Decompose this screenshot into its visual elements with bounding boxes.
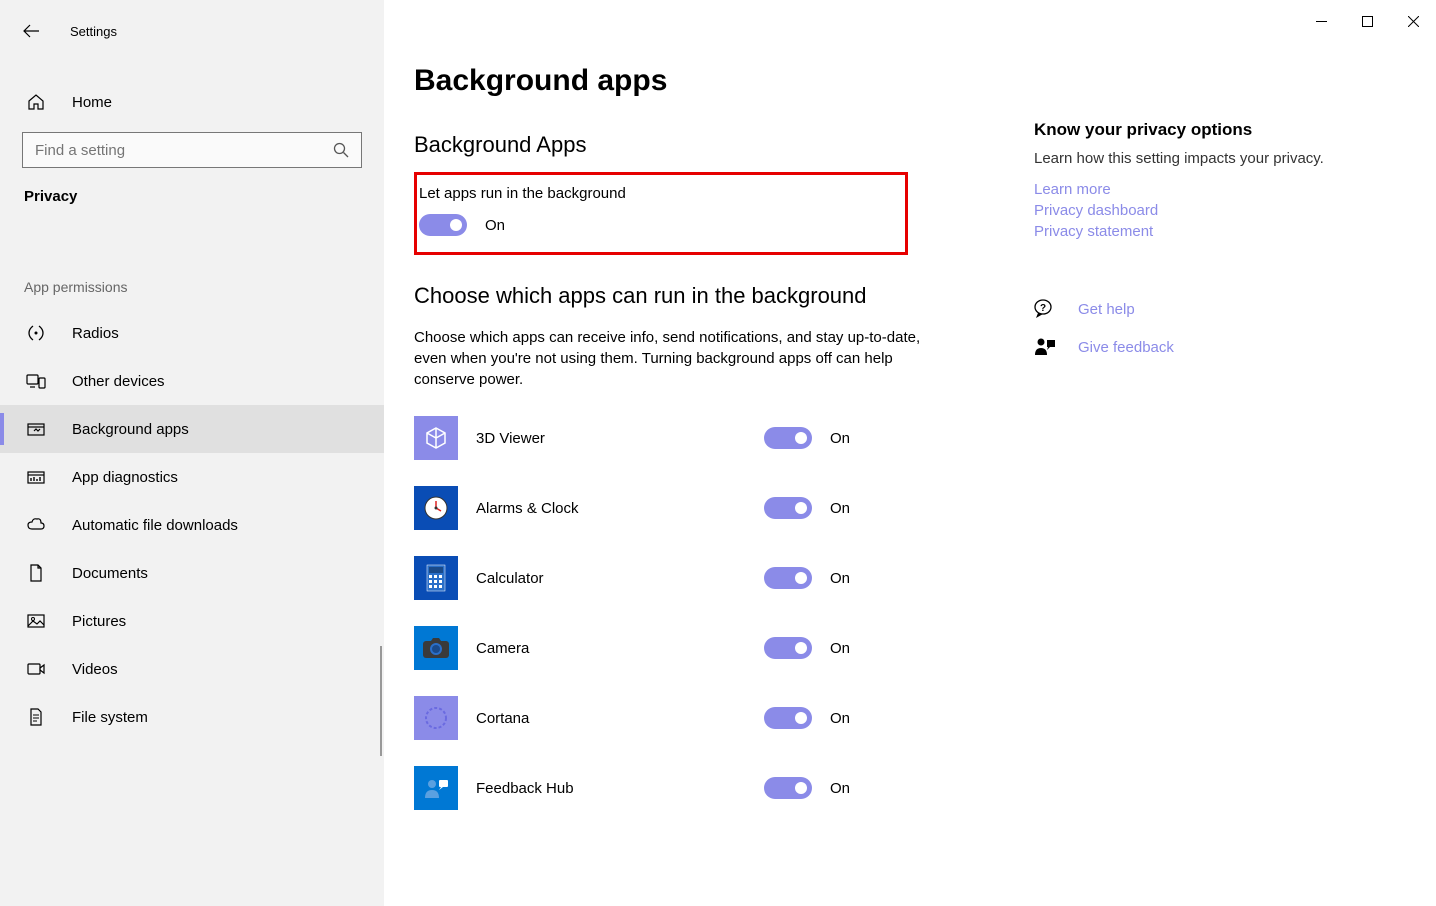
app-row: Feedback Hub On [414, 766, 1396, 810]
help-icon: ? [1034, 298, 1056, 320]
sidebar-item-pic[interactable]: Pictures [0, 597, 384, 645]
sidebar-item-doc[interactable]: Documents [0, 549, 384, 597]
app-toggle[interactable] [764, 427, 812, 449]
app-row: 3D Viewer On [414, 416, 1396, 460]
app-icon [414, 416, 458, 460]
app-toggle[interactable] [764, 777, 812, 799]
app-name: Cortana [476, 710, 764, 727]
app-name: Camera [476, 640, 764, 657]
master-toggle-state: On [485, 217, 505, 234]
app-row: Cortana On [414, 696, 1396, 740]
right-panel: Know your privacy options Learn how this… [1034, 120, 1334, 374]
sidebar: Settings Home Privacy App permissions Ra… [0, 0, 384, 906]
search-field[interactable] [35, 142, 333, 159]
app-icon [414, 766, 458, 810]
app-toggle[interactable] [764, 567, 812, 589]
app-name: Alarms & Clock [476, 500, 764, 517]
radios-icon [26, 323, 46, 343]
cloud-icon [26, 515, 46, 535]
app-name: Feedback Hub [476, 780, 764, 797]
app-toggle-state: On [830, 500, 850, 517]
file-icon [26, 707, 46, 727]
sidebar-item-label: Documents [72, 565, 148, 582]
sidebar-item-label: Videos [72, 661, 118, 678]
section-choose-apps-desc: Choose which apps can receive info, send… [414, 327, 954, 390]
sidebar-item-vid[interactable]: Videos [0, 645, 384, 693]
app-toggle[interactable] [764, 637, 812, 659]
app-toggle-state: On [830, 640, 850, 657]
app-toggle-state: On [830, 430, 850, 447]
home-icon [26, 92, 46, 112]
app-row: Camera On [414, 626, 1396, 670]
svg-text:?: ? [1040, 303, 1046, 314]
nav-list: Radios Other devices Background apps App di… [0, 309, 384, 741]
app-icon [414, 626, 458, 670]
search-icon [333, 142, 349, 158]
sidebar-item-file[interactable]: File system [0, 693, 384, 741]
pic-icon [26, 611, 46, 631]
scrollbar-thumb[interactable] [380, 646, 382, 756]
app-toggle-state: On [830, 570, 850, 587]
sidebar-item-label: Pictures [72, 613, 126, 630]
app-list: 3D Viewer On Alarms & Clock On Calculato… [414, 416, 1396, 810]
bgapps-icon [26, 419, 46, 439]
window-title: Settings [70, 24, 117, 39]
app-row: Alarms & Clock On [414, 486, 1396, 530]
sidebar-item-label: Background apps [72, 421, 189, 438]
sidebar-item-label: App diagnostics [72, 469, 178, 486]
diag-icon [26, 467, 46, 487]
privacy-options-title: Know your privacy options [1034, 120, 1334, 140]
app-icon [414, 486, 458, 530]
learn-more-link[interactable]: Learn more [1034, 181, 1334, 198]
highlight-annotation: Let apps run in the background On [414, 172, 908, 255]
sidebar-item-cloud[interactable]: Automatic file downloads [0, 501, 384, 549]
sidebar-item-label: File system [72, 709, 148, 726]
page-title: Background apps [414, 64, 1396, 98]
app-toggle[interactable] [764, 707, 812, 729]
privacy-statement-link[interactable]: Privacy statement [1034, 223, 1334, 240]
sidebar-item-radios[interactable]: Radios [0, 309, 384, 357]
sidebar-item-label: Other devices [72, 373, 165, 390]
feedback-icon [1034, 336, 1056, 358]
give-feedback-link[interactable]: Give feedback [1078, 339, 1174, 356]
privacy-options-desc: Learn how this setting impacts your priv… [1034, 150, 1334, 167]
app-name: Calculator [476, 570, 764, 587]
back-button[interactable] [22, 22, 40, 40]
sidebar-item-label: Automatic file downloads [72, 517, 238, 534]
sidebar-item-label: Radios [72, 325, 119, 342]
privacy-dashboard-link[interactable]: Privacy dashboard [1034, 202, 1334, 219]
app-name: 3D Viewer [476, 430, 764, 447]
app-toggle-state: On [830, 710, 850, 727]
home-nav[interactable]: Home [0, 80, 384, 124]
master-toggle-label: Let apps run in the background [419, 185, 899, 202]
sidebar-item-bgapps[interactable]: Background apps [0, 405, 384, 453]
doc-icon [26, 563, 46, 583]
devices-icon [26, 371, 46, 391]
app-icon [414, 696, 458, 740]
app-icon [414, 556, 458, 600]
content-area: Background apps Background Apps Let apps… [384, 0, 1436, 906]
get-help-link[interactable]: Get help [1078, 301, 1135, 318]
sidebar-item-devices[interactable]: Other devices [0, 357, 384, 405]
app-row: Calculator On [414, 556, 1396, 600]
group-title: App permissions [0, 215, 384, 309]
master-toggle[interactable] [419, 214, 467, 236]
search-input[interactable] [22, 132, 362, 168]
app-toggle-state: On [830, 780, 850, 797]
category-title: Privacy [0, 168, 384, 215]
sidebar-item-diag[interactable]: App diagnostics [0, 453, 384, 501]
vid-icon [26, 659, 46, 679]
home-label: Home [72, 94, 112, 111]
app-toggle[interactable] [764, 497, 812, 519]
